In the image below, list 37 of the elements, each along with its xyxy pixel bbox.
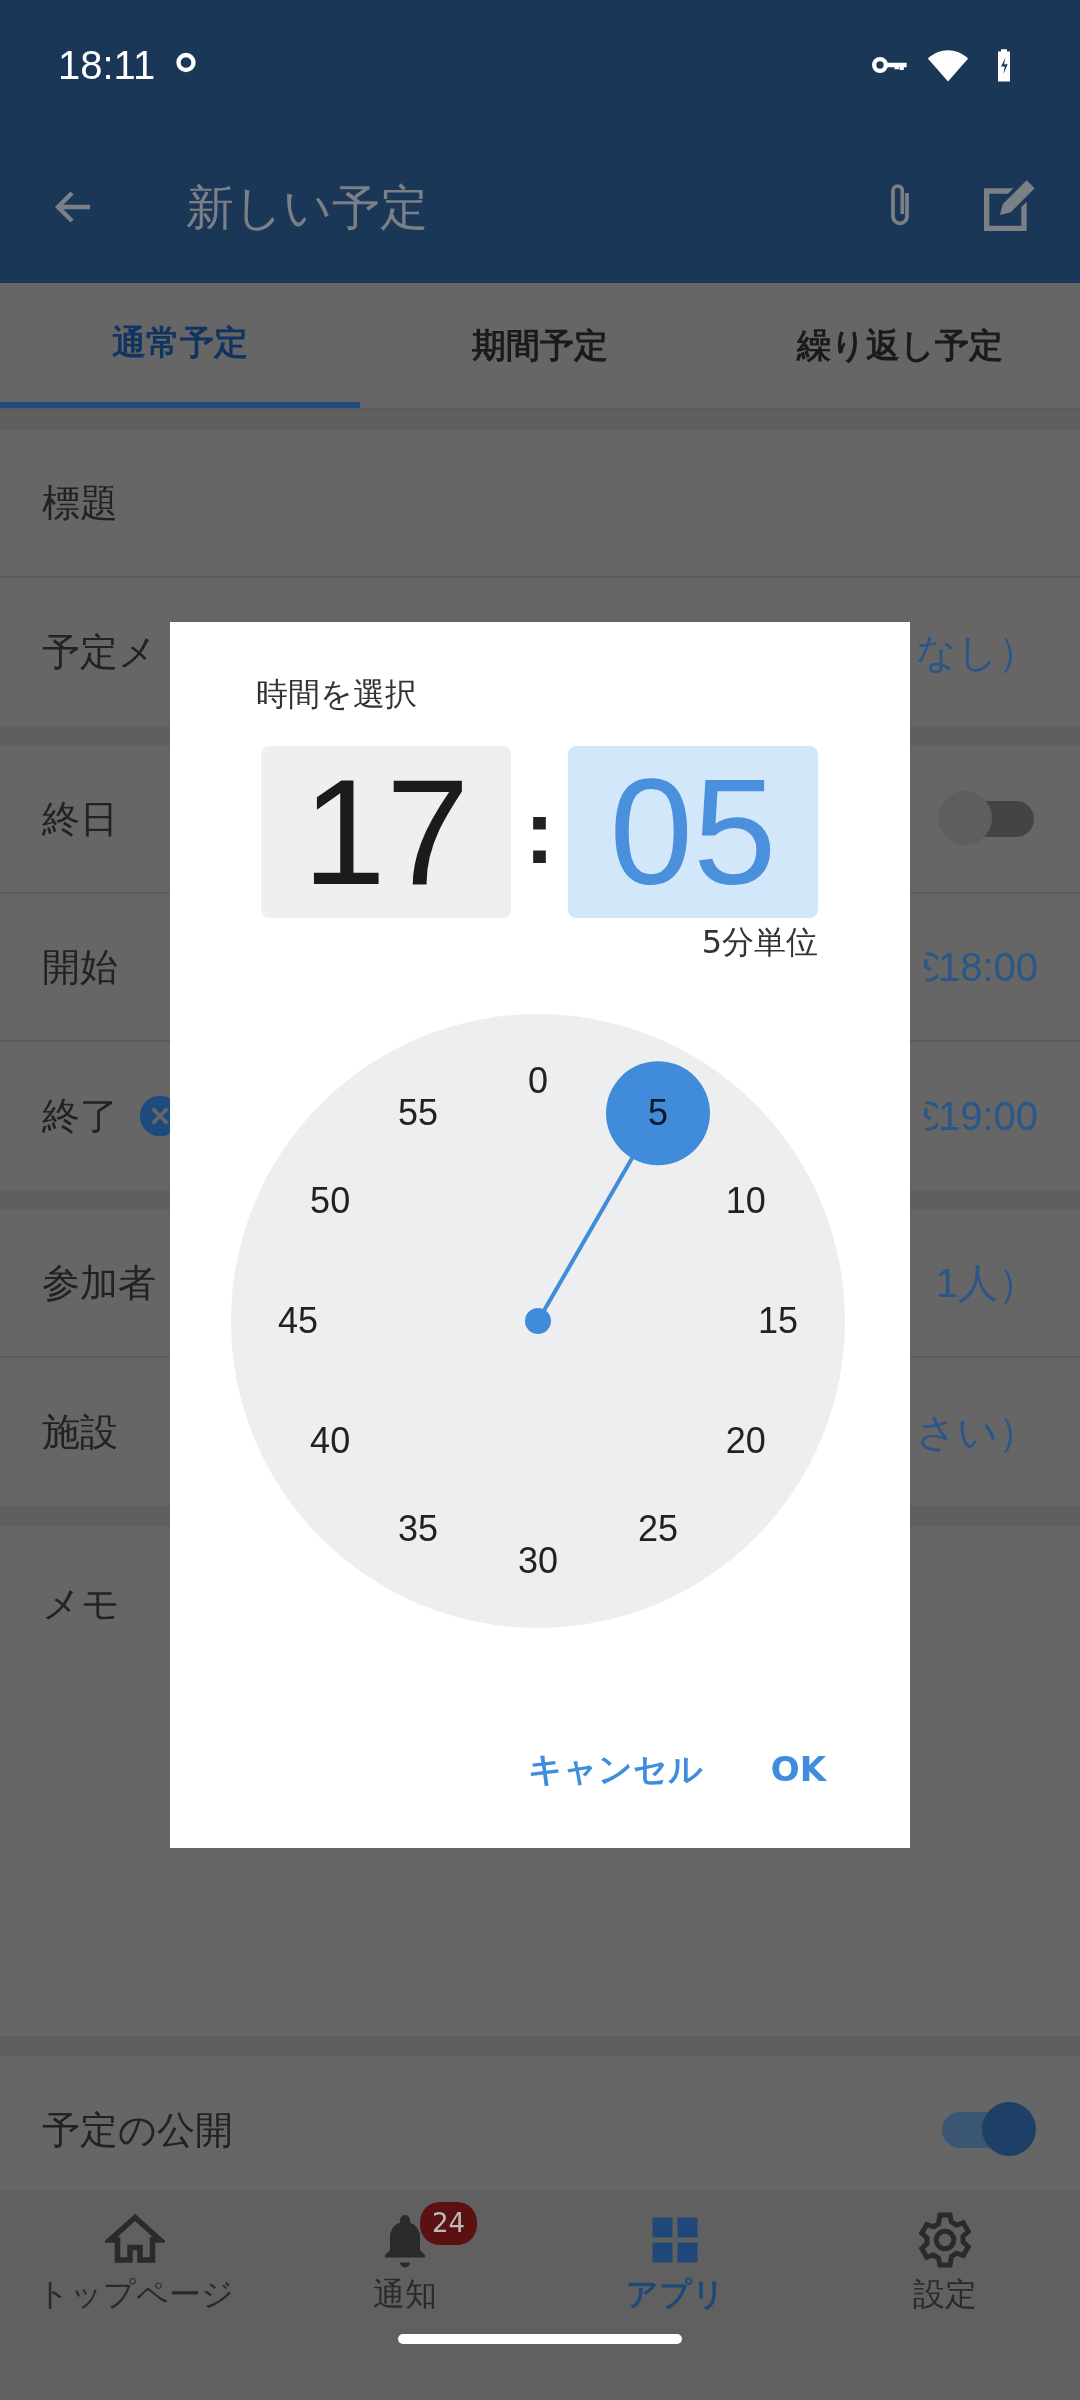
- dial-number[interactable]: 5: [648, 1095, 668, 1132]
- field-label: 終日: [42, 795, 118, 843]
- dial-number[interactable]: 30: [518, 1543, 558, 1579]
- field-label: 終了: [42, 1092, 118, 1140]
- notification-badge: 24: [420, 2202, 478, 2245]
- screen-title: 新しい予定: [186, 177, 428, 237]
- dial-number[interactable]: 10: [725, 1183, 766, 1219]
- dialog-button[interactable]: OK: [760, 1738, 836, 1801]
- field-label: 施設: [42, 1408, 118, 1456]
- field-label: 開始: [42, 943, 118, 991]
- dialog-title: 時間を選択: [256, 674, 418, 715]
- field-label: 標題: [42, 479, 118, 527]
- dial-number[interactable]: 25: [638, 1510, 678, 1547]
- tab[interactable]: 期間予定: [360, 283, 720, 408]
- clock-face[interactable]: [231, 1014, 845, 1628]
- tab[interactable]: 繰り返し予定: [720, 283, 1080, 408]
- hour-field[interactable]: 17: [261, 746, 511, 918]
- field-label: 予定の公開: [42, 2106, 233, 2154]
- field-label: 予定メ: [42, 628, 157, 676]
- dial-number[interactable]: 20: [725, 1423, 766, 1459]
- field-label: 参加者: [42, 1259, 156, 1307]
- dial-number[interactable]: 50: [310, 1183, 351, 1219]
- clock-hand[interactable]: [525, 1061, 710, 1334]
- dial-number[interactable]: 0: [528, 1063, 548, 1099]
- clock-icon: [923, 952, 938, 982]
- dial-number[interactable]: 40: [310, 1423, 351, 1459]
- dial-number[interactable]: 15: [758, 1303, 798, 1339]
- dial-number[interactable]: 45: [278, 1303, 318, 1339]
- status-time: 18:11: [58, 42, 156, 89]
- dial-number[interactable]: 35: [398, 1510, 438, 1547]
- step-label: 5分単位: [701, 922, 818, 963]
- dialog-button[interactable]: キャンセル: [517, 1738, 713, 1801]
- field-label: メモ: [42, 1581, 120, 1628]
- clock-icon: [923, 1101, 938, 1131]
- dial-number[interactable]: 55: [398, 1095, 438, 1132]
- minute-field[interactable]: 05: [568, 746, 818, 918]
- time-separator: :: [524, 780, 555, 884]
